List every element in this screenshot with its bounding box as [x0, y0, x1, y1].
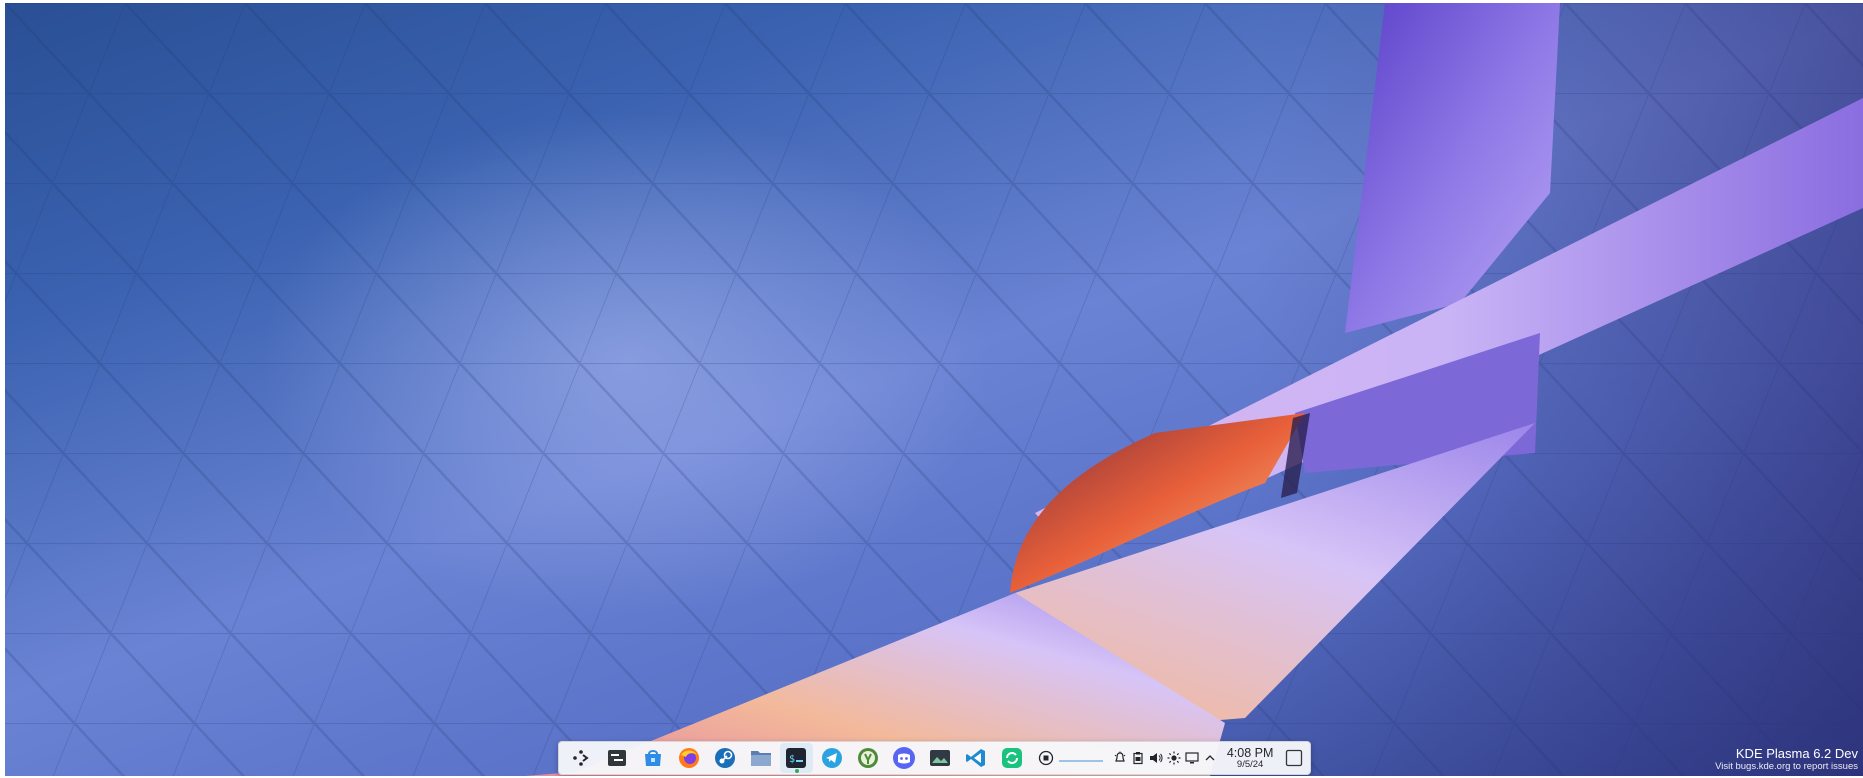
taskbar-app-terminal[interactable]: $ [780, 743, 813, 773]
image-viewer-icon [929, 748, 951, 768]
watermark-subtitle: Visit bugs.kde.org to report issues [1715, 760, 1858, 772]
taskbar-app-firefox[interactable] [673, 743, 705, 773]
display-icon [1185, 751, 1199, 765]
monitor-app-icon [857, 747, 879, 769]
media-stop-button[interactable] [1037, 747, 1055, 769]
show-desktop-button[interactable] [1285, 748, 1304, 768]
taskbar-app-discord[interactable] [888, 743, 920, 773]
tray-expand-button[interactable] [1201, 747, 1219, 769]
taskbar-app-file-manager[interactable] [744, 743, 776, 773]
clock-date: 9/5/24 [1236, 759, 1264, 770]
desktop[interactable]: KDE Plasma 6.2 Dev Visit bugs.kde.org to… [5, 3, 1863, 776]
vscode-icon [965, 747, 987, 769]
tray-display[interactable] [1183, 747, 1201, 769]
overview-icon [607, 748, 627, 768]
tray-volume[interactable] [1147, 747, 1165, 769]
wallpaper [5, 3, 1863, 776]
taskbar-app-telegram[interactable] [816, 743, 848, 773]
plasma-watermark: KDE Plasma 6.2 Dev Visit bugs.kde.org to… [1715, 746, 1858, 772]
svg-text:$: $ [789, 754, 795, 765]
volume-icon [1149, 751, 1163, 765]
clipboard-icon [1131, 751, 1145, 765]
taskbar-app-sync[interactable] [996, 743, 1028, 773]
store-icon [643, 748, 663, 768]
application-launcher-button[interactable] [565, 743, 597, 773]
terminal-icon: $ [785, 747, 807, 769]
folder-icon [750, 748, 772, 768]
chevron-up-icon [1204, 752, 1216, 764]
clock-time: 4:08 PM [1226, 745, 1274, 760]
show-desktop-icon [1285, 749, 1303, 767]
tray-notifications[interactable] [1111, 747, 1129, 769]
taskbar-app-store[interactable] [637, 743, 669, 773]
media-stop-icon [1038, 750, 1054, 766]
media-progress-bar[interactable] [1059, 760, 1104, 762]
application-launcher-icon [572, 749, 590, 767]
taskbar-panel: $ 4:08 PM 9/5/24 [558, 741, 1311, 775]
taskbar-app-image-viewer[interactable] [924, 743, 956, 773]
system-tray [1037, 743, 1219, 773]
notifications-icon [1113, 751, 1127, 765]
tray-clipboard[interactable] [1129, 747, 1147, 769]
discord-icon [892, 746, 916, 770]
tray-brightness[interactable] [1165, 747, 1183, 769]
sync-icon [1001, 747, 1023, 769]
watermark-title: KDE Plasma 6.2 Dev [1735, 746, 1858, 762]
running-indicator [795, 769, 800, 773]
taskbar-app-discover[interactable] [852, 743, 884, 773]
brightness-icon [1167, 751, 1181, 765]
taskbar-app-overview[interactable] [601, 743, 633, 773]
digital-clock[interactable]: 4:08 PM 9/5/24 [1225, 745, 1275, 770]
firefox-icon [678, 747, 700, 769]
taskbar-app-steam[interactable] [709, 743, 741, 773]
telegram-icon [821, 747, 843, 769]
steam-icon [714, 747, 736, 769]
taskbar-app-vscode[interactable] [960, 743, 992, 773]
